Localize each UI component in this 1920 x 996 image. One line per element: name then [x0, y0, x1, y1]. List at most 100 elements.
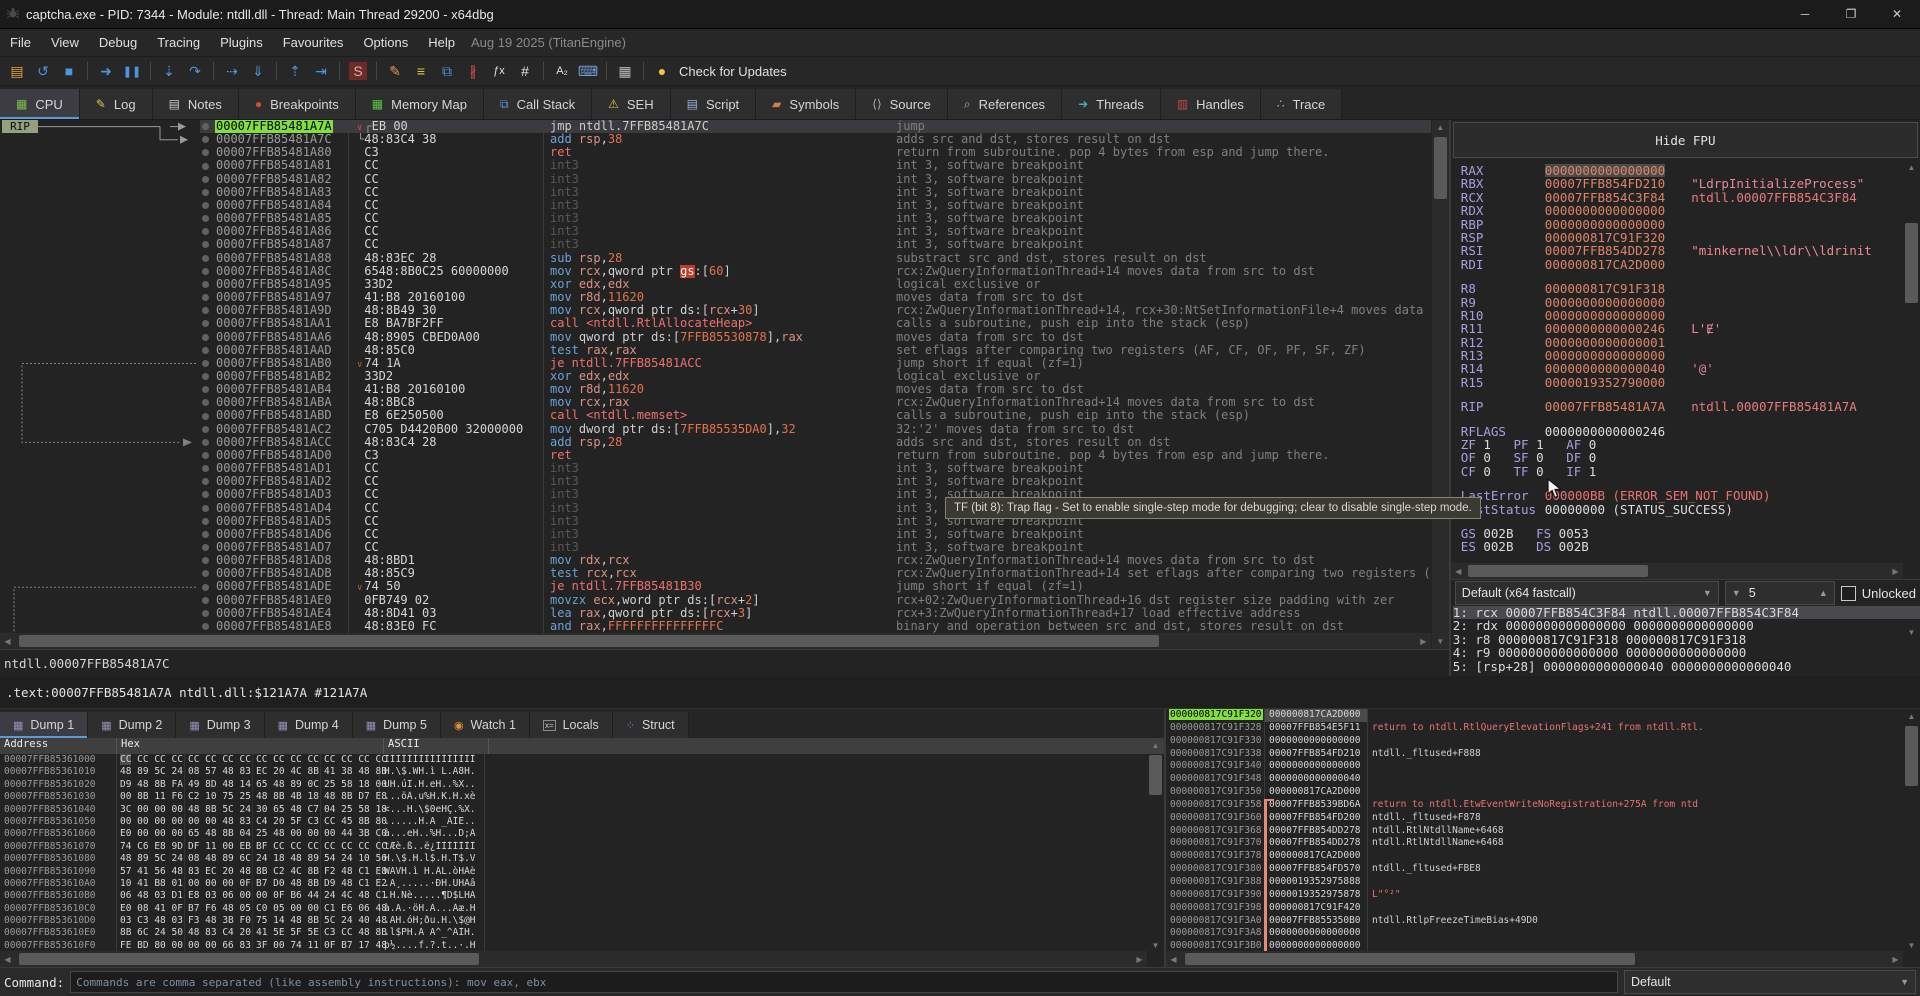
stack-row[interactable]: 000000817C91F3300000000000000000	[1166, 735, 1920, 748]
breakpoint-dot[interactable]	[202, 505, 209, 512]
scroll-left-icon[interactable]: ◀	[0, 633, 15, 649]
dump-row[interactable]: 00007FFB85361020D9 48 8B FA49 8D 48 1465…	[0, 779, 1164, 791]
breakpoint-dot[interactable]	[202, 518, 209, 525]
dump-row[interactable]: 00007FFB853610D003 C3 48 03F3 48 3B F075…	[0, 915, 1164, 927]
dump-row[interactable]: 00007FFB8536107074 C6 E8 9DDF 11 00 EBBF…	[0, 841, 1164, 853]
scroll-up-icon[interactable]: ▲	[1432, 120, 1449, 135]
run-icon[interactable]: ➜	[94, 59, 118, 83]
memory-icon[interactable]: ▦	[613, 59, 637, 83]
disasm-row[interactable]: 00007FFB85481AD7 CCint3int 3, software b…	[0, 541, 1431, 554]
register-row-rax[interactable]: RAX0000000000000000	[1461, 164, 1920, 177]
disasm-row[interactable]: 00007FFB85481A82 CCint3int 3, software b…	[0, 173, 1431, 186]
disasm-row[interactable]: 00007FFB85481A83 CCint3int 3, software b…	[0, 186, 1431, 199]
argument-row[interactable]: 3: r8 000000817C91F318 000000817C91F318	[1453, 633, 1920, 646]
dump-row[interactable]: 00007FFB853610B006 48 03 D1E8 03 06 0000…	[0, 890, 1164, 902]
breakpoint-dot[interactable]	[202, 413, 209, 420]
breakpoint-dot[interactable]	[202, 123, 209, 130]
breakpoint-dot[interactable]	[202, 623, 209, 630]
stack-row[interactable]: 000000817C91F3880000019352975888	[1166, 876, 1920, 889]
checkbox-icon[interactable]	[1841, 586, 1856, 601]
disasm-row[interactable]: 00007FFB85481AB0∨74 1Aje ntdll.7FFB85481…	[0, 357, 1431, 370]
profile-select[interactable]: Default ▼	[1624, 970, 1916, 994]
tab-handles[interactable]: ▥Handles	[1161, 89, 1261, 119]
stack-row[interactable]: 000000817C91F32800007FFB854E5F11return t…	[1166, 722, 1920, 735]
menu-item-debug[interactable]: Debug	[89, 29, 147, 56]
register-row-rip[interactable]: RIP00007FFB85481A7Antdll.00007FFB85481A7…	[1461, 400, 1920, 413]
disasm-row[interactable]: 00007FFB85481A7C└48:83C4 38add rsp,38add…	[0, 133, 1431, 146]
breakpoint-dot[interactable]	[202, 281, 209, 288]
tab-dump-4[interactable]: ▦Dump 4	[265, 712, 353, 738]
tab-struct[interactable]: ⁘Struct	[613, 712, 689, 738]
breakpoint-dot[interactable]	[202, 491, 209, 498]
disasm-address[interactable]: 00007FFB85481AE0	[200, 594, 349, 607]
disasm-row[interactable]: 00007FFB85481AC2 C705 D4420B00 32000000m…	[0, 423, 1431, 436]
register-row-rbx[interactable]: RBX00007FFB854FD210"LdrpInitializeProces…	[1461, 177, 1920, 190]
breakpoint-dot[interactable]	[202, 149, 209, 156]
breakpoint-dot[interactable]	[202, 531, 209, 538]
disasm-row[interactable]: 00007FFB85481A97 41:B8 20160100mov r8d,1…	[0, 291, 1431, 304]
dump-pane[interactable]: ▦Dump 1▦Dump 2▦Dump 3▦Dump 4▦Dump 5◉Watc…	[0, 709, 1164, 967]
menu-item-options[interactable]: Options	[353, 29, 418, 56]
scroll-up-icon[interactable]: ▲	[1903, 160, 1920, 175]
step-into-source-icon[interactable]: ⇓	[246, 59, 270, 83]
menu-item-view[interactable]: View	[41, 29, 89, 56]
stack-hscrollbar[interactable]: ◀ ▶	[1166, 951, 1903, 967]
breakpoint-dot[interactable]	[202, 386, 209, 393]
register-row-r8[interactable]: R8000000817C91F318	[1461, 282, 1920, 295]
stack-row[interactable]: 000000817C91F38000007FFB854FD570ntdll._f…	[1166, 863, 1920, 876]
dump-row[interactable]: 00007FFB8536108048 89 5C 2408 48 89 6C24…	[0, 853, 1164, 865]
scroll-down-icon[interactable]: ▼	[1147, 938, 1164, 953]
stack-row[interactable]: 000000817C91F37000007FFB854DD278ntdll.Rt…	[1166, 837, 1920, 850]
tab-watch-1[interactable]: ◉Watch 1	[441, 712, 530, 738]
register-row-rdx[interactable]: RDX0000000000000000	[1461, 204, 1920, 217]
register-row-r9[interactable]: R90000000000000000	[1461, 296, 1920, 309]
disasm-row[interactable]: 00007FFB85481ADB 48:85C9test rcx,rcxrcx:…	[0, 567, 1431, 580]
breakpoint-dot[interactable]	[202, 255, 209, 262]
comments-icon[interactable]: ≡	[409, 59, 433, 83]
disasm-row[interactable]: 00007FFB85481ABA 48:8BC8mov rcx,raxrcx:Z…	[0, 396, 1431, 409]
disasm-address[interactable]: 00007FFB85481AAD	[200, 344, 349, 357]
disasm-address[interactable]: 00007FFB85481A82	[200, 173, 349, 186]
step-into-icon[interactable]: ⇣	[157, 59, 181, 83]
disasm-address[interactable]: 00007FFB85481AB0	[200, 357, 349, 370]
tab-threads[interactable]: ➜Threads	[1062, 89, 1161, 119]
tab-log[interactable]: ✎Log	[80, 89, 153, 119]
stack-row[interactable]: 000000817C91F350000000817CA2D000	[1166, 786, 1920, 799]
disasm-address[interactable]: 00007FFB85481ACC	[200, 436, 349, 449]
breakpoint-dot[interactable]	[202, 584, 209, 591]
stack-row[interactable]: 000000817C91F3480000000000000040	[1166, 773, 1920, 786]
breakpoint-dot[interactable]	[202, 202, 209, 209]
register-row-r13[interactable]: R130000000000000000	[1461, 349, 1920, 362]
open-file-icon[interactable]: ▤	[5, 59, 29, 83]
disasm-row[interactable]: 00007FFB85481AAD 48:85C0test rax,raxset …	[0, 344, 1431, 357]
scroll-right-icon[interactable]: ▶	[1888, 563, 1903, 579]
restart-icon[interactable]: ↺	[31, 59, 55, 83]
disasm-address[interactable]: 00007FFB85481AA1	[200, 317, 349, 330]
breakpoint-dot[interactable]	[202, 557, 209, 564]
breakpoint-dot[interactable]	[202, 189, 209, 196]
breakpoint-dot[interactable]	[202, 399, 209, 406]
disasm-address[interactable]: 00007FFB85481AD3	[200, 488, 349, 501]
breakpoint-dot[interactable]	[202, 320, 209, 327]
flags-row[interactable]: ES 002B DS 002B	[1461, 540, 1920, 553]
tab-trace[interactable]: ∴Trace	[1261, 89, 1342, 119]
scroll-right-icon[interactable]: ▶	[1132, 951, 1147, 967]
disasm-row[interactable]: 00007FFB85481A7A∨┌EB 00jmp ntdll.7FFB854…	[0, 120, 1431, 133]
stack-vscrollbar[interactable]: ▲ ▼	[1903, 709, 1920, 953]
disasm-row[interactable]: 00007FFB85481A84 CCint3int 3, software b…	[0, 199, 1431, 212]
scroll-left-icon[interactable]: ◀	[1166, 951, 1181, 967]
registers-hscrollbar[interactable]: ◀ ▶	[1451, 563, 1903, 579]
run-to-user-icon[interactable]: ⇢	[220, 59, 244, 83]
breakpoint-dot[interactable]	[202, 610, 209, 617]
disasm-row[interactable]: 00007FFB85481A9D 48:8B49 30mov rcx,qword…	[0, 304, 1431, 317]
disasm-address[interactable]: 00007FFB85481A81	[200, 159, 349, 172]
close-button[interactable]: ✕	[1874, 0, 1920, 28]
exec-till-return-icon[interactable]: ⇥	[309, 59, 333, 83]
argument-count-spinner[interactable]: ▼ 5 ▲	[1725, 581, 1835, 605]
tab-call-stack[interactable]: ⧉Call Stack	[484, 89, 592, 119]
register-row-rdi[interactable]: RDI000000817CA2D000	[1461, 258, 1920, 271]
disasm-row[interactable]: 00007FFB85481AB4 41:B8 20160100mov r8d,1…	[0, 383, 1431, 396]
font-icon[interactable]: A₂	[550, 59, 574, 83]
disasm-address[interactable]: 00007FFB85481AE8	[200, 620, 349, 633]
argument-row[interactable]: 5: [rsp+28] 0000000000000040 00000000000…	[1453, 660, 1920, 673]
